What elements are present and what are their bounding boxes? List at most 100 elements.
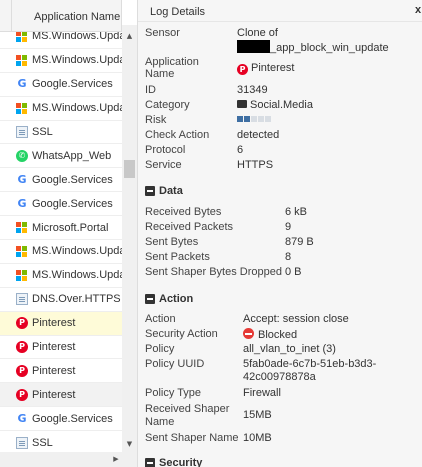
scroll-up-arrow-icon[interactable]: ▲ [122, 29, 137, 44]
risk-level-bar [237, 116, 271, 122]
pinterest-icon: P [16, 341, 28, 354]
policy-uuid-label: Policy UUID [145, 358, 205, 370]
policy-type-label: Policy Type [145, 387, 202, 399]
whatsapp-icon: ✆ [16, 149, 28, 162]
security-section-header[interactable]: Security [145, 457, 202, 467]
data-section-title: Data [159, 185, 183, 197]
list-item[interactable]: G Google.Services [0, 73, 122, 97]
list-item[interactable]: DNS.Over.HTTPS [0, 288, 122, 312]
list-item[interactable]: P Pinterest [0, 359, 122, 384]
data-row-value: 0 B [285, 266, 302, 278]
service-value: HTTPS [237, 159, 274, 171]
security-section-title: Security [159, 457, 203, 467]
close-icon[interactable]: x [415, 4, 421, 16]
security-action-label: Security Action [145, 328, 218, 340]
previous-column-header[interactable] [0, 0, 12, 32]
windows-icon [16, 269, 28, 281]
document-icon [16, 293, 28, 306]
list-item[interactable]: MS.Windows.Update [0, 97, 122, 121]
data-row-label: Sent Shaper Bytes Dropped [145, 266, 282, 278]
data-row-value: 879 B [285, 236, 314, 248]
application-name-cell: Google.Services [32, 197, 113, 210]
list-item[interactable]: SSL [0, 121, 122, 145]
category-value: Social.Media [237, 99, 313, 111]
list-item[interactable]: MS.Windows.Update [0, 264, 122, 288]
action-section-header[interactable]: Action [145, 293, 193, 305]
application-name-cell: MS.Windows.Update [32, 54, 122, 67]
google-icon: G [17, 172, 27, 186]
google-icon: G [17, 77, 27, 91]
policy-label: Policy [145, 343, 175, 355]
pinterest-icon: P [16, 317, 28, 330]
application-name-cell: Pinterest [32, 317, 76, 330]
policy-value[interactable]: all_vlan_to_inet (3) [243, 343, 336, 355]
collapse-icon[interactable] [145, 458, 155, 467]
list-item[interactable]: G Google.Services [0, 192, 122, 217]
google-icon: G [17, 411, 27, 425]
list-item[interactable]: P Pinterest [0, 311, 122, 336]
id-value: 31349 [237, 84, 268, 96]
policy-type-value: Firewall [243, 387, 281, 399]
list-item[interactable]: ✆ WhatsApp_Web [0, 144, 122, 169]
category-label: Category [145, 99, 190, 111]
scroll-down-arrow-icon[interactable]: ▼ [122, 437, 137, 452]
list-item[interactable]: P Pinterest [0, 383, 122, 408]
check-action-label: Check Action [145, 129, 210, 141]
sent-shaper-value: 10MB [243, 432, 272, 444]
data-row-label: Received Packets [145, 221, 234, 233]
risk-label: Risk [145, 114, 167, 126]
category-text: Social.Media [250, 99, 313, 111]
pinterest-icon: P [237, 64, 248, 75]
application-name-cell: WhatsApp_Web [32, 149, 112, 162]
panel-header: Log Details x [138, 0, 422, 22]
blocked-icon [243, 328, 254, 339]
list-item[interactable]: P Pinterest [0, 336, 122, 360]
application-name-cell: MS.Windows.Update [32, 245, 122, 258]
collapse-icon[interactable] [145, 186, 155, 196]
redacted-block [237, 40, 270, 53]
id-label: ID [145, 84, 156, 96]
application-name-cell: SSL [32, 126, 53, 138]
application-name-column-header[interactable]: Application Name [0, 0, 122, 32]
windows-icon [16, 102, 28, 114]
google-icon: G [17, 196, 27, 210]
application-name-cell: Pinterest [32, 364, 76, 377]
risk-segment [265, 116, 271, 122]
sensor-label: Sensor [145, 27, 180, 39]
check-action-value: detected [237, 129, 280, 141]
action-value: Accept: session close [243, 313, 349, 325]
risk-segment [237, 116, 243, 122]
pinterest-icon: P [16, 388, 28, 401]
list-item[interactable]: Microsoft.Portal [0, 216, 122, 241]
scrollbar-thumb[interactable] [124, 160, 135, 178]
application-name-label-line1: Application [145, 56, 199, 68]
scroll-right-arrow-icon[interactable]: ▶ [110, 452, 122, 467]
list-item[interactable]: MS.Windows.Update [0, 49, 122, 73]
application-name-text: Pinterest [251, 62, 295, 74]
data-row-label: Received Bytes [145, 206, 222, 218]
action-label: Action [145, 313, 176, 325]
risk-segment [244, 116, 250, 122]
horizontal-scrollbar[interactable]: ▶ [0, 452, 137, 467]
action-section-title: Action [159, 293, 194, 305]
data-section-header[interactable]: Data [145, 185, 183, 197]
risk-segment [251, 116, 257, 122]
list-item[interactable]: G Google.Services [0, 407, 122, 432]
data-row-value: 9 [285, 221, 292, 233]
received-shaper-label-line2: Name [145, 416, 175, 428]
protocol-value: 6 [237, 144, 244, 156]
application-name-cell: Microsoft.Portal [32, 221, 109, 234]
application-name-cell: DNS.Over.HTTPS [32, 293, 121, 306]
application-name-cell: MS.Windows.Update [32, 269, 122, 282]
collapse-icon[interactable] [145, 294, 155, 304]
vertical-scrollbar[interactable]: ▲ ▼ [122, 25, 137, 452]
pinterest-icon: P [16, 364, 28, 377]
windows-icon [16, 30, 28, 42]
windows-icon [16, 245, 28, 257]
list-item[interactable]: G Google.Services [0, 168, 122, 193]
security-action-value: Blocked [243, 328, 297, 341]
folder-icon [237, 100, 247, 108]
sensor-value-line1: Clone of [237, 27, 278, 39]
list-item[interactable]: MS.Windows.Update [0, 240, 122, 264]
document-icon [16, 126, 28, 138]
